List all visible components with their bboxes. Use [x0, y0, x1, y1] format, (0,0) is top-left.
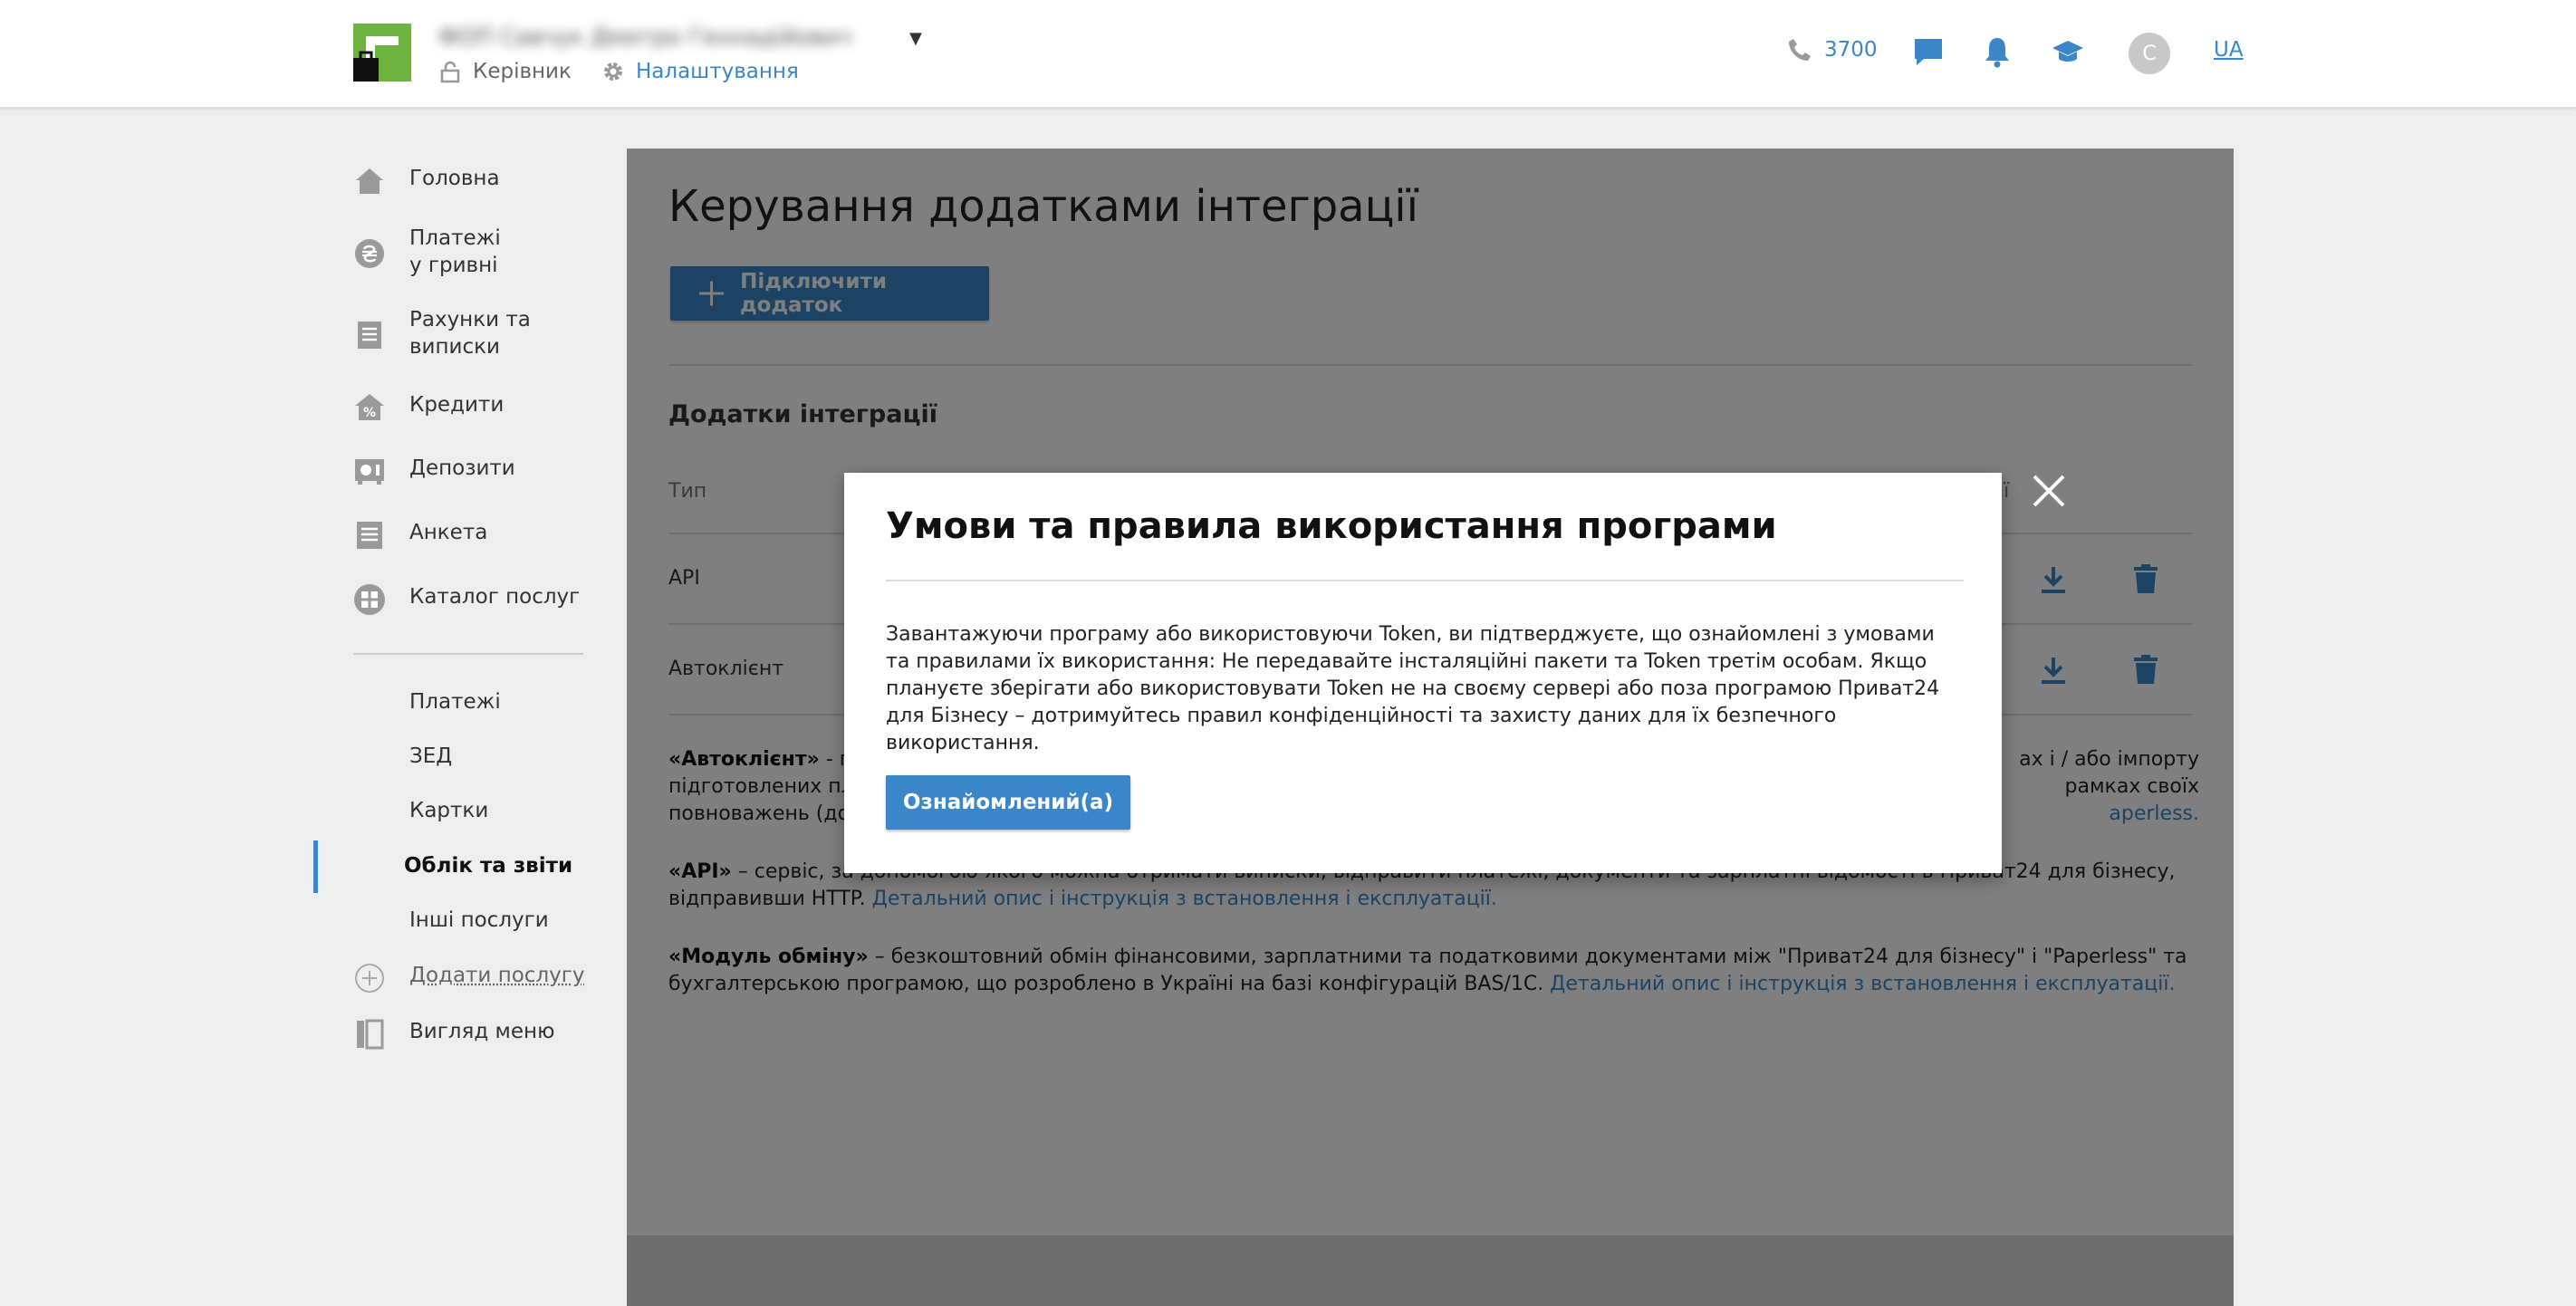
add-service-label: Додати послугу: [409, 964, 585, 987]
modal-title: Умови та правила використання програми: [886, 505, 1777, 547]
catalog-icon: [354, 584, 385, 615]
graduation-cap-icon[interactable]: [2051, 34, 2085, 69]
menu-view-button[interactable]: Вигляд меню: [353, 1018, 554, 1051]
sidebar-label: Каталог послуг: [409, 585, 581, 609]
company-name[interactable]: ФОП Савчук Дмитро Геннадійович: [438, 24, 891, 50]
sidebar-divider: [353, 653, 583, 655]
privat-logo[interactable]: [353, 24, 411, 82]
close-icon[interactable]: [2029, 471, 2069, 511]
gear-icon: [604, 62, 622, 81]
phone-number: 3700: [1824, 38, 1878, 62]
active-indicator: [313, 840, 318, 893]
hryvnia-icon: [355, 239, 384, 268]
sidebar-sub-cards[interactable]: Картки: [409, 799, 488, 822]
phone-link[interactable]: 3700: [1786, 36, 1878, 63]
sidebar-sub-zed[interactable]: ЗЕД: [409, 744, 452, 768]
avatar[interactable]: С: [2129, 33, 2170, 74]
modal-divider: [886, 580, 1964, 581]
sidebar-sub-payments[interactable]: Платежі: [409, 690, 501, 714]
terms-modal: Умови та правила використання програми З…: [844, 473, 2002, 873]
sidebar-item-credits[interactable]: % Кредити: [353, 391, 504, 424]
form-icon: [357, 522, 382, 549]
modal-backdrop-lower: [627, 1235, 2234, 1306]
role-label: Керівник: [473, 60, 572, 83]
menu-view-label: Вигляд меню: [409, 1020, 555, 1043]
sidebar-label: Головна: [409, 167, 500, 190]
company-dropdown-caret[interactable]: ▼: [909, 29, 922, 48]
role-indicator: Керівник: [438, 60, 572, 83]
sidebar-item-payments-uah[interactable]: Платежі у гривні: [353, 225, 501, 279]
home-icon: [356, 168, 383, 194]
sidebar-item-accounts[interactable]: Рахунки та виписки: [353, 306, 531, 360]
svg-text:%: %: [363, 406, 376, 420]
sidebar-item-home[interactable]: Головна: [353, 165, 500, 197]
bell-icon[interactable]: [1980, 34, 2014, 69]
phone-icon: [1789, 39, 1811, 61]
plus-circle-icon: [355, 964, 384, 993]
menu-layout-icon: [357, 1019, 384, 1050]
sidebar-item-deposits[interactable]: Депозити: [353, 455, 515, 487]
deposit-icon: [355, 459, 384, 485]
chat-icon[interactable]: [1911, 34, 1946, 69]
sidebar-label: Рахунки та виписки: [409, 308, 531, 359]
sidebar-item-catalog[interactable]: Каталог послуг: [353, 583, 580, 616]
lock-icon: [440, 61, 460, 83]
settings-link[interactable]: Налаштування: [601, 60, 799, 83]
sidebar-item-form[interactable]: Анкета: [353, 519, 487, 552]
language-switch[interactable]: UA: [2214, 38, 2244, 62]
sidebar-sub-other[interactable]: Інші послуги: [409, 908, 549, 932]
settings-label: Налаштування: [636, 60, 799, 83]
sidebar-label: Платежі у гривні: [409, 226, 501, 277]
top-header: ФОП Савчук Дмитро Геннадійович ▼ Керівни…: [0, 0, 2576, 109]
document-icon: [358, 322, 381, 349]
acknowledge-button[interactable]: Ознайомлений(а): [886, 775, 1130, 830]
sidebar-sub-accounting[interactable]: Облік та звіти: [404, 854, 572, 878]
modal-text: Завантажуючи програму або використовуючи…: [886, 623, 1940, 754]
sidebar-label: Депозити: [409, 456, 515, 480]
sidebar-label: Кредити: [409, 393, 505, 417]
add-service-button[interactable]: Додати послугу: [353, 962, 584, 994]
house-percent-icon: %: [355, 394, 384, 420]
sidebar-label: Анкета: [409, 521, 488, 544]
